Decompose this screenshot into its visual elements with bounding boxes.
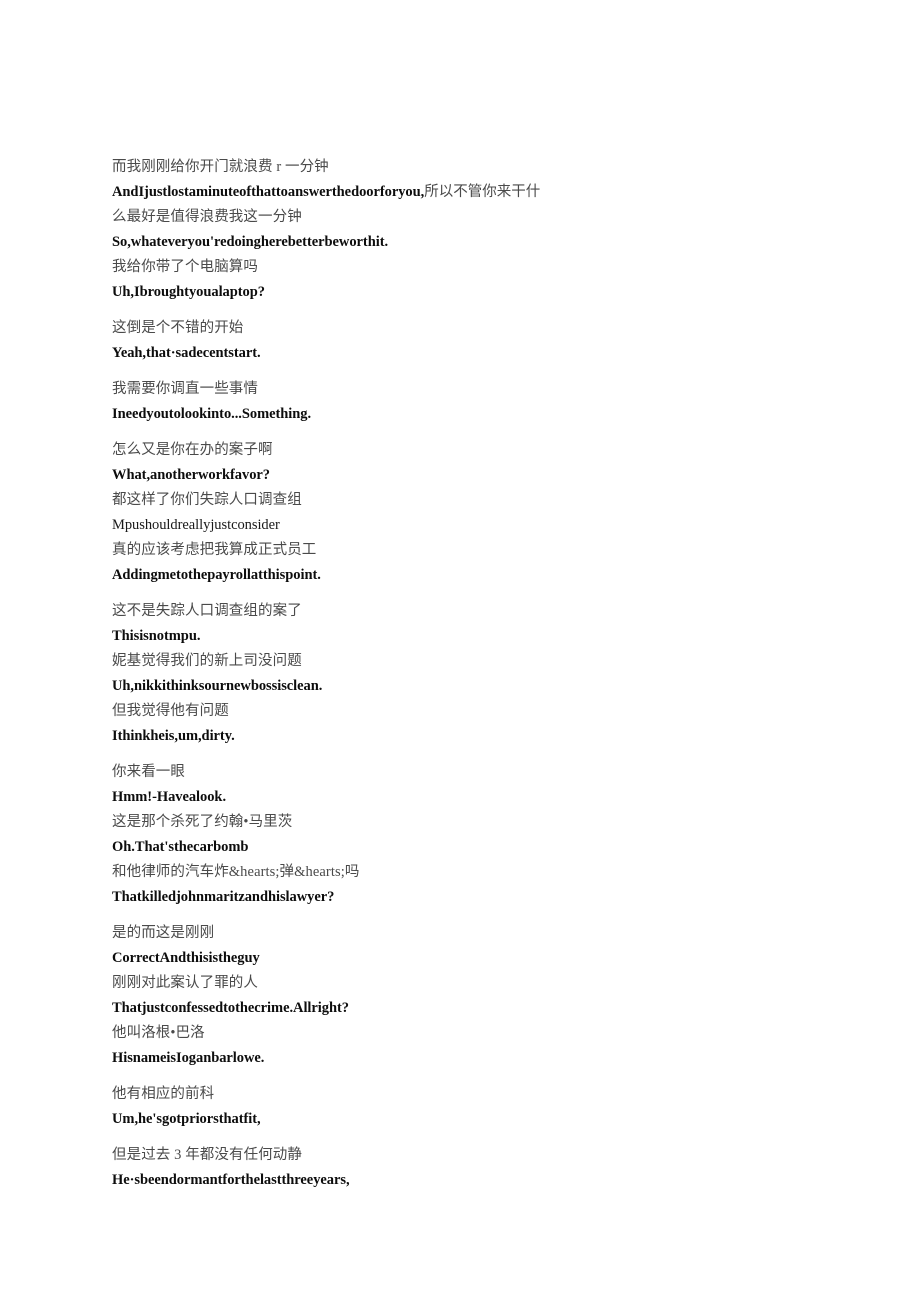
subtitle-line-translit: Um,he'sgotpriorsthatfit, — [112, 1111, 261, 1127]
subtitle-cue-block: 而我刚刚给你开门就浪费 r 一分钟 AndIjustlostaminuteofth… — [112, 155, 812, 305]
subtitle-line-source: 和他律师的汽车炸&hearts;弹&hearts;吗 — [112, 864, 360, 880]
subtitle-line-source: 我需要你调直一些事情 — [112, 381, 258, 397]
subtitle-cue-block: 他有相应的前科 Um,he'sgotpriorsthatfit, — [112, 1082, 812, 1132]
subtitle-line-source: 他有相应的前科 — [112, 1086, 215, 1102]
subtitle-cue-block: 是的而这是刚刚 CorrectAndthisistheguy 刚刚对此案认了罪的人 T… — [112, 921, 812, 1071]
subtitle-line-source: 刚刚对此案认了罪的人 — [112, 975, 258, 991]
subtitle-line-translit: Thatkilledjohnmaritzandhislawyer? — [112, 889, 335, 905]
subtitle-line-translit: So,whateveryou'redoingherebetterbeworthi… — [112, 234, 389, 250]
transcript-body: 而我刚刚给你开门就浪费 r 一分钟 AndIjustlostaminuteofth… — [112, 155, 812, 1193]
subtitle-line-source: 是的而这是刚刚 — [112, 925, 215, 941]
subtitle-cue-block: 你来看一眼 Hmm!-Havealook. 这是那个杀死了约翰•马里茨 Oh.That… — [112, 760, 812, 910]
subtitle-line-translit: Uh,Ibroughtyoualaptop? — [112, 284, 265, 300]
subtitle-line-source: 但我觉得他有问题 — [112, 703, 229, 719]
subtitle-line-mixed: AndIjustlostaminuteofthattoanswerthedoor… — [112, 180, 812, 205]
subtitle-line-translit: Thisisnotmpu. — [112, 628, 201, 644]
subtitle-line-translit: Oh.That'sthecarbomb — [112, 839, 249, 855]
subtitle-cue-block: 我需要你调直一些事情 Ineedyoutolookinto...Something… — [112, 377, 812, 427]
subtitle-line-translit: HisnameisIoganbarlowe. — [112, 1050, 265, 1066]
subtitle-line-translit: AndIjustlostaminuteofthattoanswerthedoor… — [112, 184, 425, 200]
subtitle-line-source: 我给你带了个电脑算吗 — [112, 259, 258, 275]
subtitle-line-source: 怎么又是你在办的案子啊 — [112, 442, 273, 458]
subtitle-line-source: 都这样了你们失踪人口调查组 — [112, 492, 302, 508]
subtitle-cue-block: 但是过去 3 年都没有任何动静 He·sbeendormantforthelast… — [112, 1143, 812, 1193]
subtitle-line-translit: Addingmetothepayrollatthispoint. — [112, 567, 321, 583]
subtitle-line-source: 他叫洛根•巴洛 — [112, 1025, 205, 1041]
subtitle-line-source: 么最好是值得浪费我这一分钟 — [112, 209, 302, 225]
document-page: 而我刚刚给你开门就浪费 r 一分钟 AndIjustlostaminuteofth… — [0, 0, 920, 1301]
subtitle-line-source: 而我刚刚给你开门就浪费 r 一分钟 — [112, 159, 329, 175]
subtitle-line-source: 所以不管你来干什 — [424, 184, 541, 200]
subtitle-line-source: 但是过去 3 年都没有任何动静 — [112, 1147, 302, 1163]
subtitle-line-translit: Hmm!-Havealook. — [112, 789, 227, 805]
subtitle-line-source: 妮基觉得我们的新上司没问题 — [112, 653, 302, 669]
subtitle-line-source: 真的应该考虑把我算成正式员工 — [112, 542, 317, 558]
subtitle-line-source: 你来看一眼 — [112, 764, 185, 780]
subtitle-line-source: 这倒是个不错的开始 — [112, 320, 244, 336]
subtitle-line-source: 这不是失踪人口调查组的案了 — [112, 603, 302, 619]
subtitle-line-source: 这是那个杀死了约翰•马里茨 — [112, 814, 293, 830]
subtitle-line-translit: CorrectAndthisistheguy — [112, 950, 260, 966]
subtitle-line-translit: Ithinkheis,um,dirty. — [112, 728, 235, 744]
subtitle-line-translit: What,anotherworkfavor? — [112, 467, 270, 483]
subtitle-line-translit: He·sbeendormantforthelastthreeyears, — [112, 1172, 350, 1188]
subtitle-line-translit: Mpushouldreallyjustconsider — [112, 517, 280, 533]
subtitle-cue-block: 这倒是个不错的开始 Yeah,that·sadecentstart. — [112, 316, 812, 366]
subtitle-line-translit: Thatjustconfessedtothecrime.Allright? — [112, 1000, 349, 1016]
subtitle-cue-block: 怎么又是你在办的案子啊 What,anotherworkfavor? 都这样了你们失… — [112, 438, 812, 588]
subtitle-line-translit: Yeah,that·sadecentstart. — [112, 345, 261, 361]
subtitle-cue-block: 这不是失踪人口调查组的案了 Thisisnotmpu. 妮基觉得我们的新上司没问题 U… — [112, 599, 812, 749]
subtitle-line-translit: Uh,nikkithinksournewbossisclean. — [112, 678, 323, 694]
subtitle-line-translit: Ineedyoutolookinto...Something. — [112, 406, 312, 422]
